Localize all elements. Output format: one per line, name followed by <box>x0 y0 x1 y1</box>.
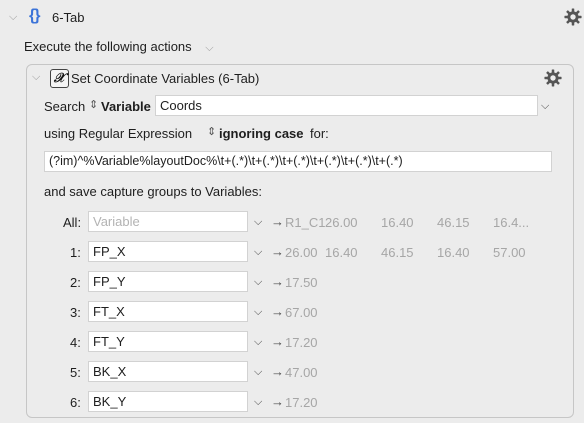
capture-row-label: 3: <box>70 305 81 320</box>
right-arrow-icon: → <box>271 274 284 289</box>
chevron-down-icon[interactable]: ⌵ <box>254 276 262 289</box>
save-capture-label: and save capture groups to Variables: <box>44 184 263 199</box>
updown-arrows-icon[interactable]: ⇕ <box>89 98 98 111</box>
action-title: Set Coordinate Variables (6-Tab) <box>71 71 260 86</box>
execute-actions-label: Execute the following actions ⌵ <box>24 39 214 55</box>
search-type-popup[interactable]: Variable <box>101 99 151 114</box>
capture-variable-field[interactable]: BK_X <box>88 361 248 382</box>
chevron-down-icon[interactable]: ⌵ <box>254 216 262 229</box>
updown-arrows-icon[interactable]: ⇕ <box>207 125 216 138</box>
chevron-down-icon[interactable]: ⌵ <box>254 246 262 259</box>
capture-value: 57.00 <box>493 245 526 260</box>
search-label: Search <box>44 99 86 114</box>
right-arrow-icon: → <box>271 334 284 349</box>
capture-variable-field[interactable]: BK_Y <box>88 391 248 412</box>
using-label: using Regular Expression <box>44 126 193 141</box>
capture-value: 46.15 <box>381 245 414 260</box>
capture-variable-field[interactable]: FP_X <box>88 241 248 262</box>
capture-row-label: 4: <box>70 335 81 350</box>
case-option-popup[interactable]: ignoring case <box>219 126 304 141</box>
capture-variable-field[interactable]: FT_X <box>88 301 248 322</box>
capture-value: 26.00 <box>285 245 318 260</box>
capture-value: 26.00 <box>325 215 358 230</box>
capture-value: 17.20 <box>285 335 318 350</box>
right-arrow-icon: → <box>271 244 284 259</box>
capture-value: 16.40 <box>325 245 358 260</box>
collapse-chevron-icon[interactable]: ⌵ <box>32 71 40 84</box>
chevron-down-icon[interactable]: ⌵ <box>541 100 549 113</box>
capture-row-label: 1: <box>70 245 81 260</box>
gear-icon[interactable] <box>564 8 582 26</box>
right-arrow-icon: → <box>271 304 284 319</box>
curly-braces-icon: {} <box>29 7 40 24</box>
execute-label-text: Execute the following actions <box>24 39 192 54</box>
right-arrow-icon: → <box>271 214 284 229</box>
capture-value: 47.00 <box>285 365 318 380</box>
capture-value: 46.15 <box>437 215 470 230</box>
action-panel: ⌵ 𝒳 Set Coordinate Variables (6-Tab) Sea… <box>26 64 574 418</box>
gear-icon[interactable] <box>544 69 562 87</box>
chevron-down-icon[interactable]: ⌵ <box>254 306 262 319</box>
capture-row-label: 2: <box>70 275 81 290</box>
for-label: for: <box>310 126 329 141</box>
capture-value: 17.50 <box>285 275 318 290</box>
variable-name-field[interactable]: Coords <box>155 95 538 116</box>
capture-value: 16.40 <box>437 245 470 260</box>
group-title: 6-Tab <box>52 10 85 25</box>
capture-value: R1_C1 <box>285 215 326 230</box>
chevron-down-icon[interactable]: ⌵ <box>254 336 262 349</box>
capture-row-label: 5: <box>70 365 81 380</box>
capture-value: 16.4... <box>493 215 530 230</box>
capture-row-label: All: <box>63 215 82 230</box>
capture-value: 16.40 <box>381 215 414 230</box>
chevron-down-icon[interactable]: ⌵ <box>254 366 262 379</box>
right-arrow-icon: → <box>271 364 284 379</box>
capture-row-label: 6: <box>70 395 81 410</box>
capture-variable-field[interactable]: Variable <box>88 211 248 232</box>
right-arrow-icon: → <box>271 394 284 409</box>
variable-x-icon: 𝒳 <box>50 69 69 88</box>
group-header: ⌵ {} 6-Tab <box>0 0 584 36</box>
capture-value: 67.00 <box>285 305 318 320</box>
capture-variable-field[interactable]: FT_Y <box>88 331 248 352</box>
collapse-chevron-icon[interactable]: ⌵ <box>9 11 17 24</box>
regex-field[interactable]: (?im)^%Variable%layoutDoc%\t+(.*)\t+(.*)… <box>44 151 552 172</box>
capture-value: 17.20 <box>285 395 318 410</box>
chevron-down-icon[interactable]: ⌵ <box>254 396 262 409</box>
capture-variable-field[interactable]: FP_Y <box>88 271 248 292</box>
chevron-down-icon[interactable]: ⌵ <box>205 42 213 54</box>
